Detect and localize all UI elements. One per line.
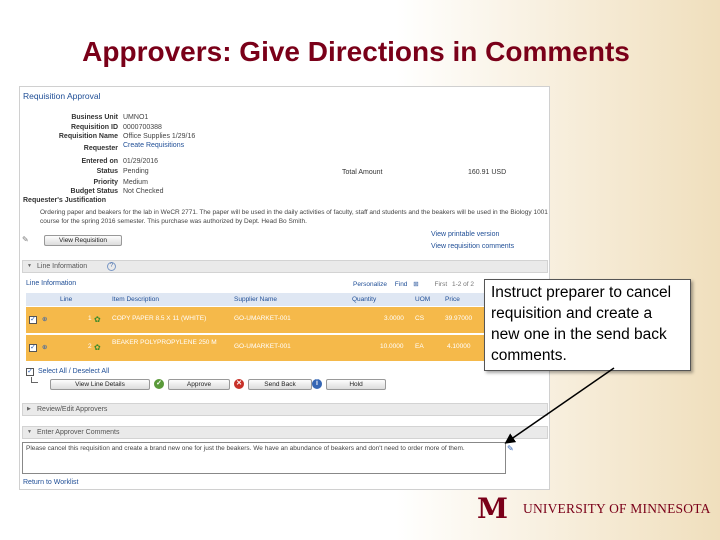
requisition-approval-screenshot: Requisition Approval Business Unit UMNO1…: [19, 86, 550, 490]
row-checkbox[interactable]: ✓: [29, 344, 37, 352]
row-price: 4.10000: [447, 343, 471, 350]
item-details-icon[interactable]: ✿: [94, 343, 101, 352]
table-row[interactable]: ✓ ⊕ 1 ✿ COPY PAPER 8.5 X 11 (WHITE) GO-U…: [26, 307, 546, 333]
col-uom: UOM: [415, 296, 431, 303]
view-requisition-comments-link[interactable]: View requisition comments: [431, 243, 514, 250]
line-information-section-toggle[interactable]: Line Information ?: [22, 260, 548, 273]
grid-header: Line Item Description Supplier Name Quan…: [26, 293, 546, 306]
university-wordmark: UNIVERSITY OF MINNESOTA: [523, 501, 711, 516]
hold-button[interactable]: Hold: [326, 379, 386, 390]
select-all-checkbox[interactable]: ✓: [26, 368, 34, 376]
row-price: 39.97000: [445, 315, 473, 322]
review-edit-approvers-toggle[interactable]: Review/Edit Approvers: [22, 403, 548, 416]
row-quantity: 10.0000: [380, 343, 404, 350]
col-quantity: Quantity: [352, 296, 377, 303]
expand-icon[interactable]: ⊕: [42, 315, 47, 323]
approver-comments-toggle[interactable]: Enter Approver Comments: [22, 426, 548, 439]
expand-icon[interactable]: ⊕: [42, 343, 47, 351]
select-all-link[interactable]: Select All / Deselect All: [38, 368, 109, 375]
personalize-link[interactable]: Personalize: [353, 281, 387, 288]
row-range-label: 1-2 of 2: [451, 281, 475, 288]
row-quantity: 3.0000: [384, 315, 404, 322]
spell-check-icon[interactable]: ✎: [507, 444, 514, 453]
requisition-name-label: Requisition Name: [58, 133, 118, 140]
tree-connector: [31, 377, 38, 383]
grid-view-icon[interactable]: ⊞: [413, 281, 418, 288]
view-line-details-button[interactable]: View Line Details: [50, 379, 150, 390]
send-back-icon: ✕: [234, 379, 244, 389]
view-printable-version-link[interactable]: View printable version: [431, 231, 499, 238]
return-to-worklist-link[interactable]: Return to Worklist: [23, 479, 79, 486]
page-title: Requisition Approval: [23, 91, 101, 101]
slide-title: Approvers: Give Directions in Comments: [82, 36, 630, 67]
col-line: Line: [60, 296, 73, 303]
row-checkbox[interactable]: ✓: [29, 316, 37, 324]
business-unit-label: Business Unit: [71, 114, 118, 121]
approver-comments-textarea[interactable]: Please cancel this requisition and creat…: [22, 442, 506, 474]
line-information-section-label: Line Information: [37, 263, 88, 270]
row-item-description[interactable]: COPY PAPER 8.5 X 11 (WHITE): [112, 315, 206, 322]
justification-text: Ordering paper and beakers for the lab i…: [40, 209, 548, 225]
block-m-logo: M: [477, 492, 508, 525]
send-back-button[interactable]: Send Back: [248, 379, 312, 390]
line-information-grid-title: Line Information: [26, 280, 77, 287]
row-uom: EA: [415, 343, 424, 350]
first-label: First: [434, 281, 448, 288]
row-supplier: GO-UMARKET-001: [234, 315, 291, 322]
row-line: 1: [88, 315, 92, 322]
justification-label: Requester's Justification: [23, 197, 106, 204]
priority-value: Medium: [123, 179, 148, 186]
col-item-description: Item Description: [112, 296, 159, 303]
row-line: 2: [88, 343, 92, 350]
row-supplier: GO-UMARKET-001: [234, 343, 291, 350]
item-details-icon[interactable]: ✿: [94, 315, 101, 324]
table-row[interactable]: ✓ ⊕ 2 ✿ BEAKER POLYPROPYLENE 250 M GO-UM…: [26, 335, 546, 361]
total-amount-label: Total Amount: [342, 169, 383, 176]
entered-on-value: 01/29/2016: [123, 158, 159, 165]
entered-on-label: Entered on: [81, 158, 118, 165]
status-value: Pending: [123, 168, 149, 175]
requisition-name-value: Office Supplies 1/29/16: [123, 133, 196, 140]
status-label: Status: [96, 168, 118, 175]
row-item-description[interactable]: BEAKER POLYPROPYLENE 250 M: [112, 339, 230, 347]
requisition-id-value: 0000700388: [123, 124, 162, 131]
view-requisition-button[interactable]: View Requisition: [44, 235, 122, 246]
priority-label: Priority: [93, 179, 118, 186]
row-uom: CS: [415, 315, 425, 322]
requester-label: Requester: [83, 145, 118, 152]
hold-icon: i: [312, 379, 322, 389]
find-link[interactable]: Find: [395, 281, 408, 288]
col-price: Price: [445, 296, 460, 303]
budget-status-label: Budget Status: [70, 188, 118, 195]
help-icon[interactable]: ?: [107, 262, 116, 271]
pencil-icon: ✎: [22, 235, 29, 244]
approve-button[interactable]: Approve: [168, 379, 230, 390]
requester-link[interactable]: Create Requisitions: [123, 142, 184, 149]
approve-icon: ✓: [154, 379, 164, 389]
col-supplier-name: Supplier Name: [234, 296, 277, 303]
total-amount-value: 160.91 USD: [468, 169, 507, 176]
business-unit-value: UMNO1: [123, 114, 149, 121]
grid-toolbar: Personalize Find ⊞ First 1-2 of 2: [353, 280, 474, 288]
requisition-id-label: Requisition ID: [70, 124, 118, 131]
callout-note: Instruct preparer to cancel requisition …: [484, 279, 691, 371]
budget-status-value: Not Checked: [123, 188, 164, 195]
